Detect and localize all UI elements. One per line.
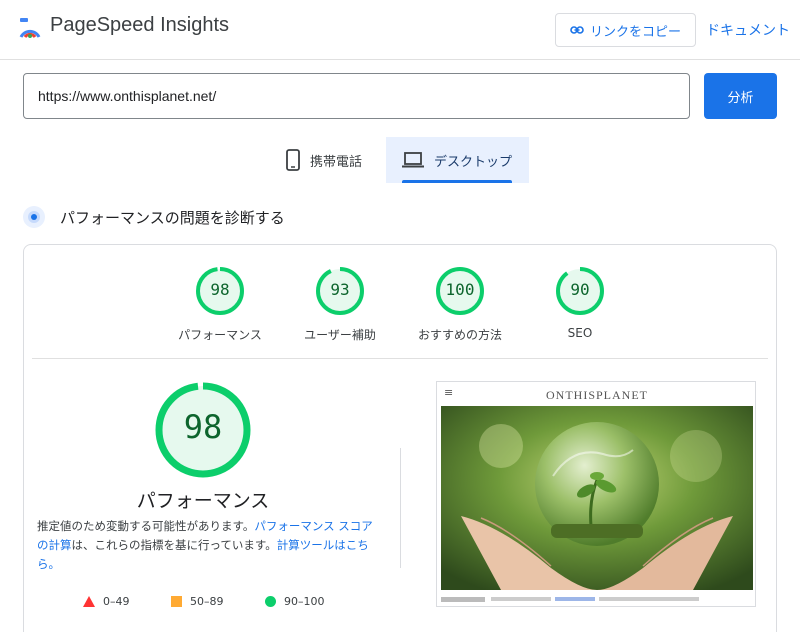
- triangle-icon: [83, 596, 95, 607]
- tab-desktop-label: デスクトップ: [434, 154, 513, 170]
- legend-fail: 0–49: [83, 595, 130, 608]
- note-prefix: 推定値のため変動する可能性があります。: [37, 519, 255, 533]
- preview-site-header: ≡ ONTHISPLANET: [437, 382, 755, 404]
- legend-pass-range: 90–100: [284, 595, 325, 608]
- copy-link-label: リンクをコピー: [589, 24, 681, 40]
- score-value-accessibility: 93: [330, 280, 350, 299]
- score-label-accessibility: ユーザー補助: [304, 328, 376, 342]
- section-title: パフォーマンスの問題を診断する: [60, 209, 285, 227]
- earth-in-hands-image: [441, 406, 753, 590]
- url-input[interactable]: https://www.onthisplanet.net/: [23, 73, 690, 119]
- vertical-divider: [400, 448, 401, 568]
- score-value-performance: 98: [210, 280, 230, 299]
- page-screenshot: ≡ ONTHISPLANET: [436, 381, 756, 607]
- tab-mobile[interactable]: 携帯電話: [286, 137, 386, 183]
- card-divider: [32, 358, 768, 359]
- legend-pass: 90–100: [265, 595, 325, 608]
- preview-footer-text: [441, 597, 699, 602]
- performance-title: パフォーマンス: [136, 490, 270, 512]
- performance-score: 98: [183, 408, 223, 446]
- app-title[interactable]: PageSpeed Insights: [50, 14, 229, 37]
- score-label-performance: パフォーマンス: [178, 328, 262, 342]
- tab-mobile-label: 携帯電話: [310, 154, 363, 170]
- copy-link-button[interactable]: リンクをコピー: [555, 13, 696, 47]
- score-value-best-practices: 100: [445, 280, 475, 299]
- note-mid: は、これらの指標を基に行っています。: [71, 538, 277, 552]
- score-value-seo: 90: [570, 280, 590, 299]
- legend-average: 50–89: [171, 595, 224, 608]
- phone-icon: [286, 149, 300, 171]
- square-icon: [171, 596, 182, 607]
- tab-selected-indicator: [402, 180, 512, 183]
- lighthouse-icon: [23, 206, 45, 228]
- performance-note: 推定値のため変動する可能性があります。パフォーマンス スコアの計算は、これらの指…: [37, 517, 382, 574]
- tab-desktop[interactable]: デスクトップ: [386, 137, 529, 183]
- analyze-button[interactable]: 分析: [704, 73, 777, 119]
- pagespeed-logo-icon: [19, 18, 41, 39]
- docs-link[interactable]: ドキュメント: [706, 20, 790, 40]
- score-label-seo: SEO: [567, 326, 593, 340]
- legend-average-range: 50–89: [190, 595, 224, 608]
- legend-fail-range: 0–49: [103, 595, 130, 608]
- preview-site-title: ONTHISPLANET: [546, 388, 648, 402]
- laptop-icon: [402, 152, 424, 168]
- circle-icon: [265, 596, 276, 607]
- top-bar: PageSpeed Insights リンクをコピー ドキュメント: [0, 0, 800, 60]
- link-icon: [570, 26, 584, 34]
- score-label-best-practices: おすすめの方法: [417, 328, 502, 342]
